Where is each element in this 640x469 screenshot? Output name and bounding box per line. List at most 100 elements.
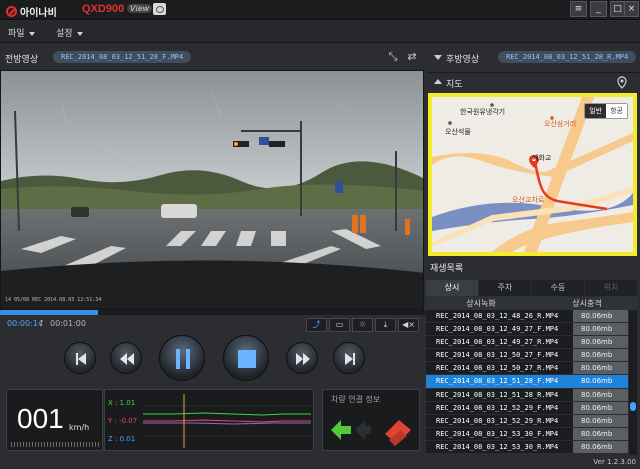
playlist-file-name: REC_2014_08_03_12_49_27_R.MP4 [426,336,573,349]
aspect-ratio-button[interactable]: ▭ [329,318,350,332]
fullscreen-icon[interactable]: ⤡ [387,51,399,63]
playlist-file-size: 80.06mb [573,375,628,388]
speed-scale [11,442,99,447]
g-sensor-panel: X : 1.01 Y : -0.07 Z : 0.01 [104,389,314,451]
playlist-row[interactable]: REC_2014_08_03_12_52_29_R.MP4 80.06mb [426,414,628,428]
settings-gear-button[interactable]: ✲ [352,318,373,332]
front-file-name: REC_2014_08_03_12_51_28_F.MP4 [53,51,192,63]
mute-button[interactable]: ◀× [398,318,419,332]
speed-panel: 001 km/h [6,389,103,451]
map-mode-toggle: 일반 항공 [584,103,628,119]
playlist-row[interactable]: REC_2014_08_03_12_52_29_F.MP4 80.06mb [426,401,628,415]
playlist-row[interactable]: REC_2014_08_03_12_50_27_R.MP4 80.06mb [426,362,628,376]
front-video-header: 전방영상 REC_2014_08_03_12_51_28_F.MP4 ⤡ ⇄ [0,46,425,70]
menu-settings-label: 설정 [56,29,73,39]
tab-location[interactable]: 위치 [585,280,638,296]
video-timestamp: 14 05/08 REC 2014.08.03 12:51:34 [5,297,102,303]
front-video-view[interactable]: 14 05/08 REC 2014.08.03 12:51:34 [0,70,424,310]
tab-continuous[interactable]: 상시 [426,280,479,296]
playlist-scrollbar[interactable] [629,310,637,455]
playlist-row[interactable]: REC_2014_08_03_12_50_27_F.MP4 80.06mb [426,349,628,363]
playlist-list: REC_2014_08_03_12_48_26_R.MP4 80.06mb REC_… [426,310,628,455]
g-sensor-x-line [143,412,311,416]
pause-button[interactable] [159,335,205,381]
seek-bar-fill [0,310,98,315]
playlist-title: 재생목록 [430,264,464,274]
minimize-button[interactable]: _ [590,1,607,17]
download-button[interactable]: ⤓ [375,318,396,332]
speed-unit: km/h [69,423,90,432]
map-header[interactable]: 지도 [428,72,640,92]
playlist-row[interactable]: REC_2014_08_03_12_51_28_R.MP4 80.06mb [426,388,628,402]
playlist-row[interactable]: REC_2014_08_03_12_51_28_F.MP4 80.06mb [426,375,628,389]
seek-bar[interactable] [0,310,425,315]
map-label-place: 한국원유냉각기 [460,108,506,116]
stop-button[interactable] [223,335,269,381]
playlist-file-name: REC_2014_08_03_12_48_26_R.MP4 [426,310,573,323]
fast-forward-button[interactable] [286,342,318,374]
playlist-row[interactable]: REC_2014_08_03_12_53_30_R.MP4 80.06mb [426,440,628,455]
playlist-file-name: REC_2014_08_03_12_52_29_F.MP4 [426,401,573,414]
maximize-button[interactable]: □ [610,1,625,17]
chevron-down-icon [28,31,35,36]
playlist-file-size: 80.06mb [573,440,628,454]
close-button[interactable]: × [624,1,639,17]
playlist-file-name: REC_2014_08_03_12_51_28_R.MP4 [426,388,573,401]
brand-name: 아이나비 [20,8,57,19]
playlist-file-size: 80.06mb [573,310,628,323]
map-label-place: 오산석물 [445,128,471,136]
chevron-down-icon [434,55,442,60]
vehicle-info-panel: 차량 연결 정보 [322,389,420,451]
playlist-file-size: 80.06mb [573,323,628,336]
location-pin-icon[interactable] [617,76,627,89]
front-video-label: 전방영상 [5,55,39,65]
playlist-row[interactable]: REC_2014_08_03_12_49_27_R.MP4 80.06mb [426,336,628,350]
playlist-columns: 상시녹화 상시충격 [426,297,638,310]
map-mode-normal[interactable]: 일반 [585,104,607,118]
previous-file-button[interactable] [64,342,96,374]
app-version: Ver 1.2.3.00 [593,458,636,466]
share-button[interactable]: ⤴ [306,318,327,332]
g-sensor-y: Y : -0.07 [108,417,138,425]
map-view[interactable]: 한국원유냉각기 오산석물 오산삼거리 예화교 오산교차로 일반 항공 [432,97,633,252]
tab-manual[interactable]: 수동 [532,280,585,296]
dashcam-scene [1,71,423,309]
model-name: QXD900 [82,3,125,15]
turn-left-icon [331,420,351,440]
map-mode-satellite[interactable]: 항공 [606,104,627,118]
stop-icon [238,350,256,368]
playlist-file-name: REC_2014_08_03_12_50_27_F.MP4 [426,349,573,362]
chevron-down-icon [76,31,83,36]
playlist-row[interactable]: REC_2014_08_03_12_48_26_R.MP4 80.06mb [426,310,628,324]
brand-logo: 아이나비 [6,4,57,19]
g-sensor-z-line [143,422,311,425]
skip-forward-icon [345,353,355,365]
playlist-file-size: 80.06mb [573,349,628,362]
rewind-button[interactable] [110,342,142,374]
pause-icon [176,349,190,369]
map-label: 지도 [446,80,463,90]
playlist-row[interactable]: REC_2014_08_03_12_49_27_F.MP4 80.06mb [426,323,628,337]
vehicle-info-title: 차량 연결 정보 [331,395,381,404]
tab-parking[interactable]: 주차 [479,280,532,296]
brand-mark-icon [6,6,17,17]
playlist-file-size: 80.06mb [573,414,628,427]
scrollbar-thumb[interactable] [630,402,636,411]
menu-file[interactable]: 파일 [8,26,35,39]
column-continuous-impact[interactable]: 상시충격 [536,297,638,310]
menu-settings[interactable]: 설정 [56,26,83,39]
g-sensor-x: X : 1.01 [108,399,136,407]
playlist-file-name: REC_2014_08_03_12_52_29_R.MP4 [426,414,573,427]
playlist-row[interactable]: REC_2014_08_03_12_53_30_F.MP4 80.06mb [426,427,628,441]
playlist-file-size: 80.06mb [573,362,628,375]
playlist-file-name: REC_2014_08_03_12_53_30_R.MP4 [426,440,573,454]
next-file-button[interactable] [333,342,365,374]
rear-video-header[interactable]: 후방영상 REC_2014_08_03_12_51_28_R.MP4 [428,46,640,70]
window-menu-button[interactable]: ≡ [570,1,587,17]
map-label-place: 오산교차로 [512,196,545,204]
rear-file-name: REC_2014_08_03_12_51_28_R.MP4 [498,51,637,63]
playlist-file-name: REC_2014_08_03_12_53_30_F.MP4 [426,427,573,440]
swap-view-icon[interactable]: ⇄ [406,51,418,63]
column-continuous-recording[interactable]: 상시녹화 [426,297,536,310]
playlist-file-size: 80.06mb [573,336,628,349]
